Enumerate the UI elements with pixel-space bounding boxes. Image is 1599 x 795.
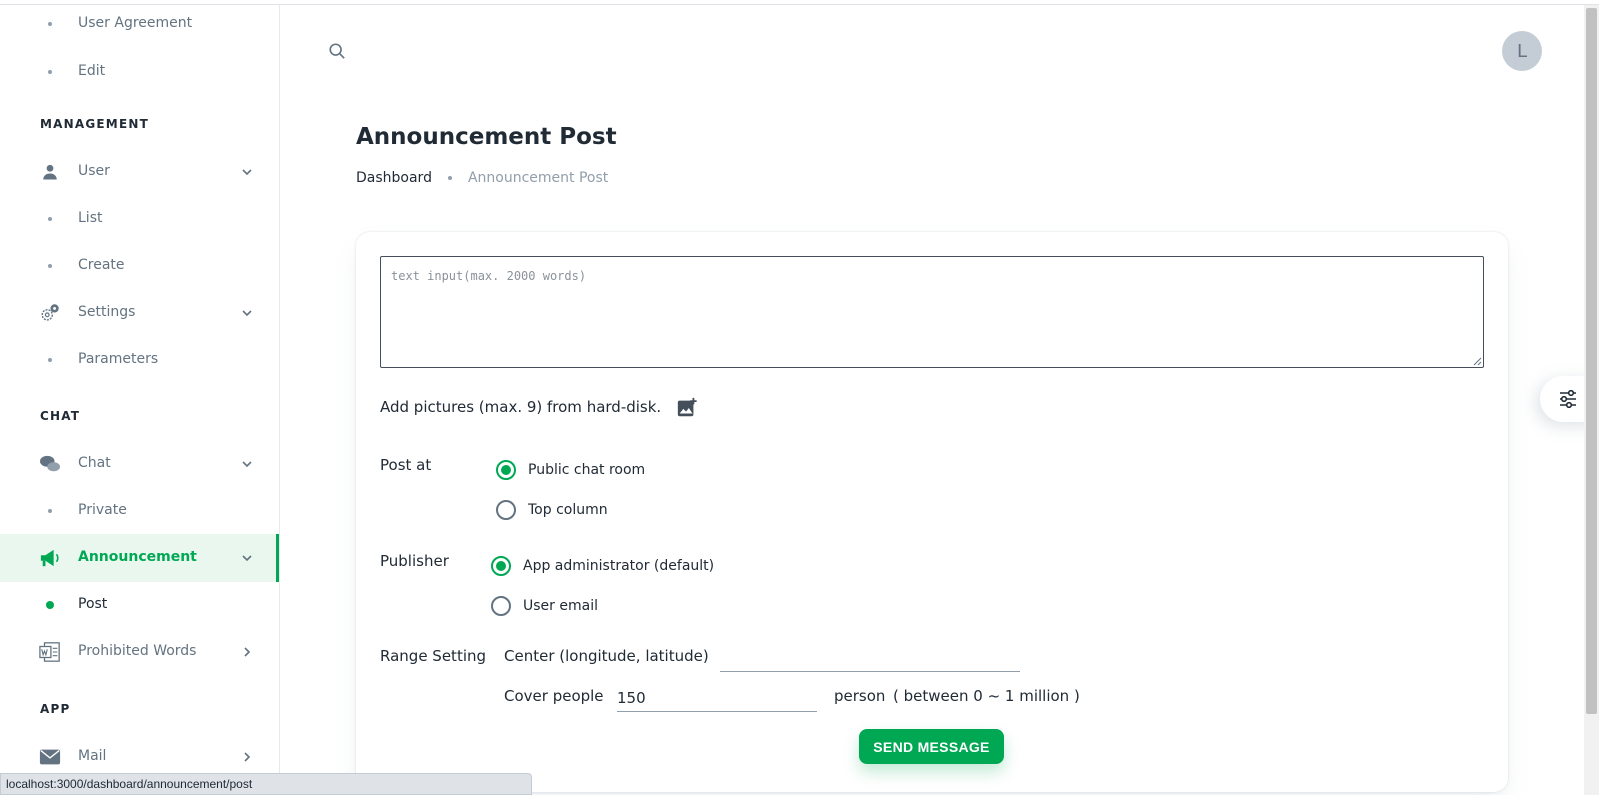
avatar[interactable]: L xyxy=(1502,31,1542,71)
radio-label: App administrator (default) xyxy=(523,558,715,574)
announcement-text-input[interactable] xyxy=(380,256,1484,368)
radio-public-chat-room[interactable]: Public chat room xyxy=(496,460,645,480)
send-message-button[interactable]: SEND MESSAGE xyxy=(859,729,1004,764)
chevron-right-icon xyxy=(239,749,255,765)
breadcrumb-separator xyxy=(447,176,452,180)
sidebar-item-label: Private xyxy=(78,502,127,518)
sidebar-item-announcement[interactable]: Announcement xyxy=(0,534,279,582)
sliders-icon xyxy=(1560,390,1576,408)
section-management: MANAGEMENT xyxy=(40,117,149,131)
chevron-right-icon xyxy=(239,644,255,660)
resize-handle-icon[interactable] xyxy=(1472,356,1482,366)
cover-people-input[interactable] xyxy=(617,684,817,712)
radio-top-column[interactable]: Top column xyxy=(496,500,608,520)
bullet-icon xyxy=(46,601,54,609)
radio-label: Top column xyxy=(528,502,608,518)
bullet-icon xyxy=(48,358,52,362)
sidebar-item-chat[interactable]: Chat xyxy=(0,440,279,488)
chevron-down-icon xyxy=(239,456,255,472)
sidebar-item-label: User Agreement xyxy=(78,15,193,31)
sidebar-item-label: Edit xyxy=(78,63,106,79)
radio-label: User email xyxy=(523,598,598,614)
sidebar-item-list[interactable]: List xyxy=(0,195,279,243)
scrollbar-thumb[interactable] xyxy=(1586,8,1597,714)
sidebar-item-label: Post xyxy=(78,596,108,612)
sidebar-item-user[interactable]: User xyxy=(0,148,279,196)
sidebar-item-label: Settings xyxy=(78,304,136,320)
breadcrumb-current: Announcement Post xyxy=(467,170,609,186)
sidebar-item-label: Create xyxy=(78,257,125,273)
add-photo-icon[interactable] xyxy=(676,397,698,419)
add-pictures-label: Add pictures (max. 9) from hard-disk. xyxy=(380,398,662,416)
mail-icon xyxy=(39,746,61,768)
radio-checked-icon xyxy=(491,556,511,576)
radio-user-email[interactable]: User email xyxy=(491,596,598,616)
bullet-icon xyxy=(48,70,52,74)
sidebar-item-settings[interactable]: Settings xyxy=(0,289,279,337)
gear-icon xyxy=(39,302,61,324)
cover-range-hint: ( between 0 ~ 1 million ) xyxy=(893,687,1080,705)
chevron-down-icon xyxy=(239,164,255,180)
section-chat: CHAT xyxy=(40,409,81,423)
user-icon xyxy=(39,161,61,183)
chevron-down-icon xyxy=(239,305,255,321)
section-app: APP xyxy=(40,702,71,716)
sidebar-item-label: List xyxy=(78,210,103,226)
sidebar-item-label: Chat xyxy=(78,455,111,471)
publisher-label: Publisher xyxy=(380,552,449,570)
radio-checked-icon xyxy=(496,460,516,480)
radio-unchecked-icon xyxy=(491,596,511,616)
sidebar-item-post[interactable]: Post xyxy=(0,581,279,629)
breadcrumb: Dashboard Announcement Post xyxy=(356,170,608,186)
link-status-bar: localhost:3000/dashboard/announcement/po… xyxy=(0,773,532,795)
radio-unchecked-icon xyxy=(496,500,516,520)
sidebar-item-prohibited-words[interactable]: Prohibited Words xyxy=(0,628,279,676)
breadcrumb-dashboard[interactable]: Dashboard xyxy=(356,170,432,186)
chevron-down-icon xyxy=(239,550,255,566)
search-icon[interactable] xyxy=(326,40,348,62)
range-setting-label: Range Setting xyxy=(380,647,487,665)
bullet-icon xyxy=(48,509,52,513)
center-coordinates-input[interactable] xyxy=(720,644,1020,672)
cover-people-label: Cover people xyxy=(504,687,604,705)
sidebar-item-edit[interactable]: Edit xyxy=(0,48,279,96)
cover-unit: person xyxy=(834,687,886,705)
sidebar-item-user-agreement[interactable]: User Agreement xyxy=(0,5,279,48)
bullet-icon xyxy=(48,264,52,268)
sidebar: User Agreement Edit MANAGEMENT User List… xyxy=(0,5,280,795)
page-title: Announcement Post xyxy=(356,124,617,150)
page-scrollbar[interactable] xyxy=(1584,5,1599,795)
bullet-icon xyxy=(48,22,52,26)
sidebar-item-create[interactable]: Create xyxy=(0,242,279,290)
chat-icon xyxy=(39,453,61,475)
post-at-label: Post at xyxy=(380,456,432,474)
sidebar-item-label: Prohibited Words xyxy=(78,643,197,659)
sidebar-item-parameters[interactable]: Parameters xyxy=(0,336,279,384)
radio-app-administrator[interactable]: App administrator (default) xyxy=(491,556,714,576)
word-doc-icon xyxy=(39,641,61,663)
bullet-icon xyxy=(48,217,52,221)
sidebar-item-private[interactable]: Private xyxy=(0,487,279,535)
center-label: Center (longitude, latitude) xyxy=(504,647,709,665)
sidebar-item-label: Mail xyxy=(78,748,107,764)
sidebar-item-label: User xyxy=(78,163,110,179)
sidebar-item-label: Announcement xyxy=(78,549,197,565)
radio-label: Public chat room xyxy=(528,462,646,478)
megaphone-icon xyxy=(39,547,61,569)
sidebar-item-label: Parameters xyxy=(78,351,159,367)
